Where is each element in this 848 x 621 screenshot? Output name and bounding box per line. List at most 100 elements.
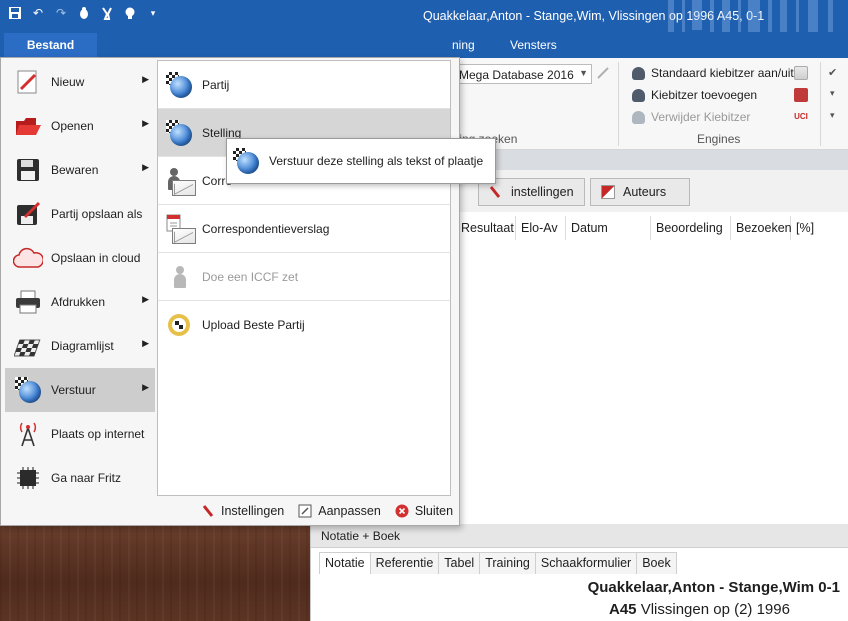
menu-item-openen[interactable]: Openen ▶ [5,104,155,148]
ribbon-overflow-icon[interactable]: ▾ [830,88,835,99]
menu-item-label: Opslaan in cloud [51,251,141,265]
new-icon [13,67,43,97]
submenu-item-label: Correspondentieverslag [202,221,330,236]
menu-item-label: Plaats op internet [51,427,145,441]
chevron-down-icon: ▼ [579,68,588,78]
menu-item-label: Openen [51,119,94,133]
ribbon-divider [820,62,821,146]
remove-kibitzer-label: Verwijder Kiebitzer [651,110,751,124]
submenu-item-label: Partij [202,77,230,92]
menu-item-plaats-op-internet[interactable]: Plaats op internet [5,412,155,456]
submenu-item-upload-beste-partij[interactable]: Upload Beste Partij [158,301,450,349]
menu-item-opslaan-in-cloud[interactable]: Opslaan in cloud [5,236,155,280]
flyout-label: Verstuur deze stelling als tekst of plaa… [269,154,484,168]
game-event: Vlissingen op (2) 1996 [640,601,790,618]
column-header[interactable]: Datum [566,216,651,240]
settings-button-label: instellingen [511,185,574,199]
title-bar: ↶ ↷ ▾ Quakkelaar,Anton - Stange,Wim, Vli… [0,0,848,32]
chevron-right-icon: ▶ [142,118,149,128]
ribbon-tab-row: ning Vensters [0,32,848,58]
report-mail-icon [164,214,196,244]
menu-item-label: Afdrukken [51,295,106,309]
file-menu-footer: Instellingen Aanpassen Sluiten [201,504,453,518]
tab-tabel[interactable]: Tabel [438,552,481,574]
globe-board-icon [233,148,259,174]
redo-icon[interactable]: ↷ [54,6,68,20]
bug-icon[interactable] [77,6,91,20]
send-position-flyout[interactable]: Verstuur deze stelling als tekst of plaa… [226,138,496,184]
tab-referentie[interactable]: Referentie [369,552,440,574]
file-menu-commands: Nieuw ▶ Openen ▶ Bewaren ▶ Partij opslaa… [5,60,155,500]
menu-item-nieuw[interactable]: Nieuw ▶ [5,60,155,104]
column-header-row: Resultaat Elo-Av Datum Beoordeling Bezoe… [456,216,831,240]
footer-customize-button[interactable]: Aanpassen [298,504,381,518]
chevron-right-icon: ▶ [142,382,149,392]
menu-item-label: Partij opslaan als [51,207,143,221]
engine-red-icon[interactable] [794,88,808,102]
menu-item-ga-naar-fritz[interactable]: Ga naar Fritz [5,456,155,500]
submenu-item-correspondentieverslag[interactable]: Correspondentieverslag [158,205,450,253]
engine-icon [632,88,645,102]
game-players: Quakkelaar,Anton - Stange,Wim 0-1 [587,579,840,596]
menu-item-afdrukken[interactable]: Afdrukken ▶ [5,280,155,324]
file-tab[interactable]: Bestand [4,33,97,57]
trophy-board-icon [164,310,194,340]
undo-icon[interactable]: ↶ [31,6,45,20]
tab-vensters[interactable]: Vensters [510,38,557,52]
add-kibitzer-label: Kiebitzer toevoegen [651,88,758,102]
chessboard-icon [13,331,43,361]
tab-training[interactable]: ning [452,38,475,52]
ribbon-overflow-icon[interactable]: ▾ [830,110,835,121]
column-header[interactable]: Resultaat [456,216,516,240]
submenu-item-partij[interactable]: Partij [158,61,450,109]
menu-item-label: Diagramlijst [51,339,114,353]
menu-item-label: Verstuur [51,383,96,397]
tab-schaakformulier[interactable]: Schaakformulier [534,552,638,574]
ribbon-overflow-icon[interactable]: ✔ [828,66,837,79]
column-header[interactable]: Elo-Av [516,216,566,240]
submenu-item-iccf[interactable]: Doe een ICCF zet [158,253,450,301]
submenu-item-label: Upload Beste Partij [202,318,305,332]
authors-button[interactable]: Auteurs [590,178,690,206]
tab-training[interactable]: Training [479,552,536,574]
antenna-icon [13,419,43,449]
column-header[interactable]: Beoordeling [651,216,731,240]
column-header[interactable]: [%] [791,216,831,240]
wrench-icon [202,505,214,517]
chevron-right-icon: ▶ [142,294,149,304]
default-kibitzer-toggle[interactable]: Standaard kiebitzer aan/uit [632,66,794,80]
dropdown-icon[interactable]: ▾ [146,6,160,20]
chessboard-wood-background [0,524,310,621]
menu-item-verstuur[interactable]: Verstuur ▶ [5,368,155,412]
footer-close-label: Sluiten [414,504,454,518]
menu-item-bewaren[interactable]: Bewaren ▶ [5,148,155,192]
menu-item-diagramlijst[interactable]: Diagramlijst ▶ [5,324,155,368]
uci-badge[interactable]: UCI [794,110,808,124]
tab-boek[interactable]: Boek [636,552,677,574]
group-label-engines: Engines [697,132,741,146]
bulb-icon[interactable] [123,6,137,20]
tools-icon[interactable] [100,6,114,20]
footer-customize-label: Aanpassen [318,504,381,518]
remove-kibitzer-button[interactable]: Verwijder Kiebitzer [632,110,750,124]
wrench-icon[interactable] [596,66,610,80]
footer-settings-button[interactable]: Instellingen [201,504,284,518]
add-kibitzer-button[interactable]: Kiebitzer toevoegen [632,88,757,102]
globe-board-icon [164,118,194,148]
pawn-icon [164,262,194,292]
menu-item-partij-opslaan-als[interactable]: Partij opslaan als [5,192,155,236]
save-icon[interactable] [8,6,22,20]
chip-icon [13,463,43,493]
notation-panel-header: Notatie + Boek [311,524,848,548]
save-as-icon [13,199,43,229]
game-event-line: A45 Vlissingen op (2) 1996 [609,601,790,618]
send-submenu: Partij Stelling Corre Correspondentiever… [157,60,451,496]
database-combo[interactable]: Mega Database 2016 ▼ [454,64,592,84]
database-combo-value: Mega Database 2016 [459,68,574,82]
engine-settings-icon[interactable] [794,66,808,80]
column-header[interactable]: Bezoeken [731,216,792,240]
floppy-icon [13,155,43,185]
tab-notatie[interactable]: Notatie [319,552,371,574]
printer-icon [13,287,43,317]
footer-close-button[interactable]: Sluiten [395,504,453,518]
